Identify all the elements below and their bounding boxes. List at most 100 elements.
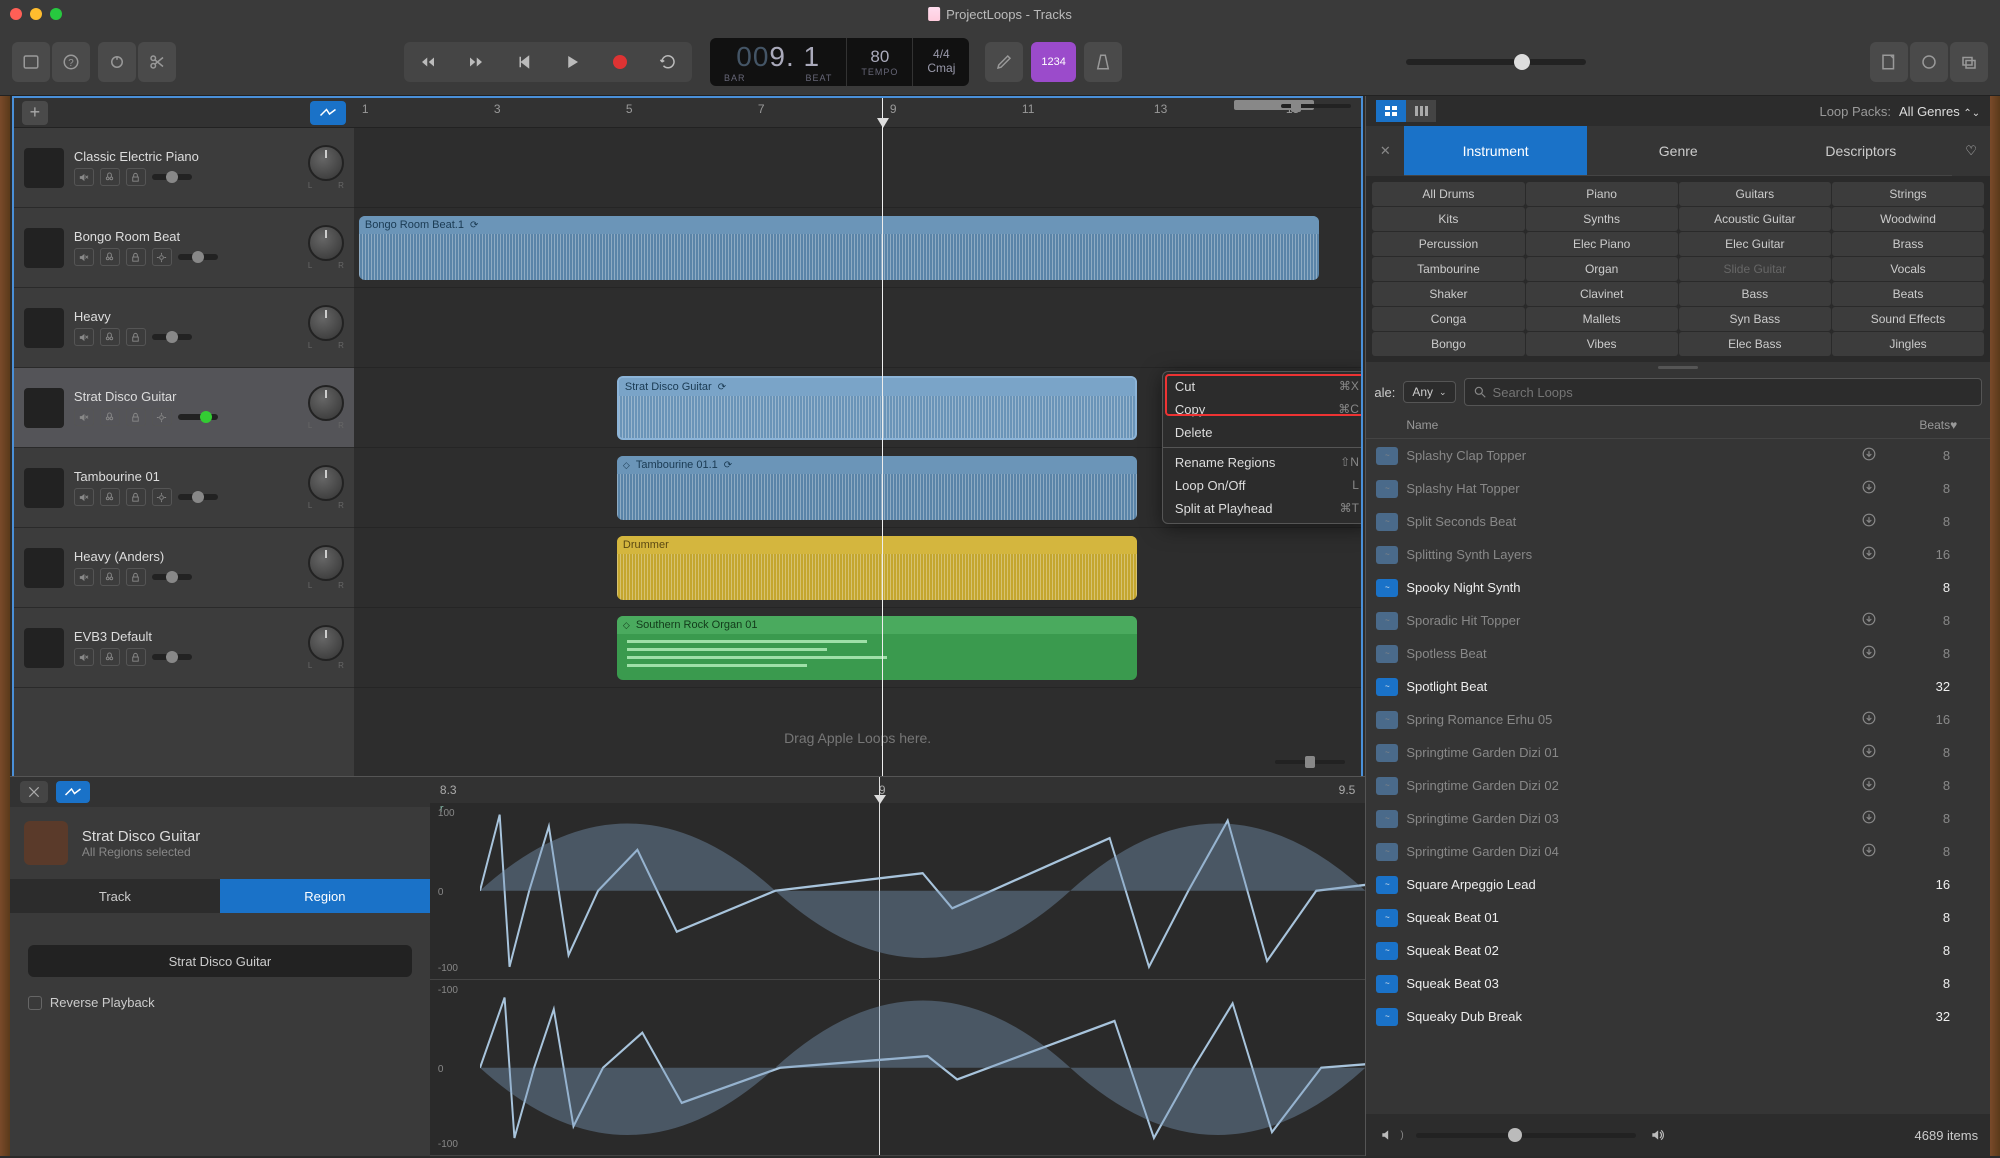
category-button[interactable]: Tambourine [1372,257,1524,281]
track-volume-slider[interactable] [178,254,218,260]
count-in-button[interactable]: 1234 [1031,42,1075,82]
category-button[interactable]: Elec Guitar [1679,232,1831,256]
editor-zoom-slider[interactable] [1275,760,1345,764]
category-button[interactable]: Beats [1832,282,1984,306]
track-volume-slider[interactable] [178,414,218,420]
metronome-button[interactable] [1084,42,1122,82]
region-organ[interactable]: ◇Southern Rock Organ 01 [617,616,1137,680]
loop-row[interactable]: ~ Spotless Beat 8 [1366,637,1990,670]
download-icon[interactable] [1862,744,1882,761]
horizontal-zoom-slider[interactable] [1281,104,1351,118]
fullscreen-window-icon[interactable] [50,8,62,20]
editor-ruler[interactable]: 8.3 9 9.5 [430,777,1365,803]
col-favorite[interactable]: ♥ [1950,418,1980,432]
lock-button[interactable] [126,328,146,346]
region-strat[interactable]: Strat Disco Guitar⟳ [617,376,1137,440]
add-track-button[interactable]: + [22,101,48,125]
record-button[interactable] [596,42,644,82]
lcd-display[interactable]: 009. 1 BARBEAT 80 TEMPO 4/4 Cmaj [710,38,969,86]
loop-view-columns[interactable] [1406,100,1436,122]
loop-row[interactable]: ~ Splitting Synth Layers 16 [1366,538,1990,571]
lock-button[interactable] [126,168,146,186]
solo-button[interactable] [100,328,120,346]
lock-button[interactable] [126,648,146,666]
ctx-copy[interactable]: Copy⌘C [1163,398,1361,421]
preview-volume-slider[interactable] [1416,1133,1636,1138]
timeline-ruler[interactable]: 13579111315 [354,98,1361,128]
loop-row[interactable]: ~ Spotlight Beat 32 [1366,670,1990,703]
input-monitor-button[interactable] [152,408,172,426]
category-button[interactable]: Guitars [1679,182,1831,206]
download-icon[interactable] [1862,480,1882,497]
region-tambourine[interactable]: ◇Tambourine 01.1⟳ [617,456,1137,520]
close-browser-button[interactable]: ✕ [1366,126,1404,176]
input-monitor-button[interactable] [152,488,172,506]
category-button[interactable]: Acoustic Guitar [1679,207,1831,231]
loop-row[interactable]: ~ Square Arpeggio Lead 16 [1366,868,1990,901]
loop-row[interactable]: ~ Squeak Beat 03 8 [1366,967,1990,1000]
category-button[interactable]: Shaker [1372,282,1524,306]
track-instrument-icon[interactable] [24,548,64,588]
track-instrument-icon[interactable] [24,228,64,268]
region-drummer[interactable]: Drummer [617,536,1137,600]
go-to-start-button[interactable] [500,42,548,82]
loop-row[interactable]: ~ Split Seconds Beat 8 [1366,505,1990,538]
download-icon[interactable] [1862,546,1882,563]
help-button[interactable]: ? [52,42,90,82]
track-instrument-icon[interactable] [24,388,64,428]
solo-button[interactable] [100,408,120,426]
track-volume-slider[interactable] [178,494,218,500]
rewind-button[interactable] [404,42,452,82]
pan-knob[interactable] [308,305,344,341]
track-volume-slider[interactable] [152,174,192,180]
download-icon[interactable] [1862,810,1882,827]
lock-button[interactable] [126,568,146,586]
category-button[interactable]: Slide Guitar [1679,257,1831,281]
lock-button[interactable] [126,488,146,506]
solo-button[interactable] [100,568,120,586]
pan-knob[interactable] [308,465,344,501]
master-volume-slider[interactable] [1406,59,1586,65]
ctx-delete[interactable]: Delete [1163,421,1361,444]
loop-row[interactable]: ~ Squeak Beat 02 8 [1366,934,1990,967]
category-button[interactable]: Woodwind [1832,207,1984,231]
download-icon[interactable] [1862,711,1882,728]
category-resize-handle[interactable] [1366,362,1990,372]
category-button[interactable]: Synths [1526,207,1678,231]
ctx-rename[interactable]: Rename Regions⇧N [1163,451,1361,474]
notepad-button[interactable] [985,42,1023,82]
play-button[interactable] [548,42,596,82]
track-instrument-icon[interactable] [24,148,64,188]
editor-automation-icon[interactable] [56,781,90,803]
track-header[interactable]: Bongo Room Beat LR [14,208,354,288]
track-volume-slider[interactable] [152,654,192,660]
favorites-tab[interactable]: ♡ [1952,126,1990,176]
mute-button[interactable] [74,168,94,186]
loop-row[interactable]: ~ Springtime Garden Dizi 03 8 [1366,802,1990,835]
pan-knob[interactable] [308,385,344,421]
category-button[interactable]: All Drums [1372,182,1524,206]
track-instrument-icon[interactable] [24,308,64,348]
category-button[interactable]: Bongo [1372,332,1524,356]
track-instrument-icon[interactable] [24,628,64,668]
track-volume-slider[interactable] [152,574,192,580]
download-icon[interactable] [1862,843,1882,860]
track-header[interactable]: Classic Electric Piano LR [14,128,354,208]
mute-button[interactable] [74,648,94,666]
category-button[interactable]: Kits [1372,207,1524,231]
region-preset-dropdown[interactable]: Strat Disco Guitar [28,945,412,977]
editor-tab-region[interactable]: Region [220,879,430,913]
category-button[interactable]: Jingles [1832,332,1984,356]
loop-row[interactable]: ~ Splashy Clap Topper 8 [1366,439,1990,472]
notes-panel-button[interactable] [1870,42,1908,82]
solo-button[interactable] [100,248,120,266]
search-input[interactable] [1493,385,1974,400]
search-field[interactable] [1464,378,1983,406]
library-button[interactable] [12,42,50,82]
reverse-playback-checkbox[interactable]: Reverse Playback [28,995,412,1010]
solo-button[interactable] [100,488,120,506]
lock-button[interactable] [126,248,146,266]
scale-dropdown[interactable]: Any⌄ [1403,381,1455,403]
mute-button[interactable] [74,408,94,426]
download-icon[interactable] [1862,612,1882,629]
